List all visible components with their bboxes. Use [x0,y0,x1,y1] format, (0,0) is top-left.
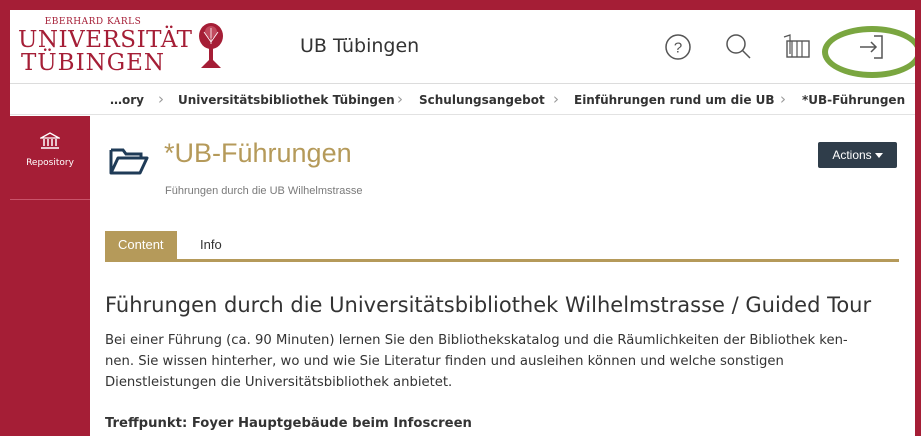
breadcrumb-item-einfuehrungen[interactable]: Einführungen rund um die UB [574,93,775,107]
chevron-right-icon: › [553,90,559,108]
breadcrumb-item-ub[interactable]: Universitätsbibliothek Tübingen [178,93,395,107]
caret-down-icon [874,153,883,159]
sidebar-item-label: Repository [26,158,74,168]
tab-content[interactable]: Content [105,231,177,259]
library-icon[interactable] [781,30,815,64]
help-icon[interactable]: ? [661,30,695,64]
sidebar-item-repository[interactable]: Repository [10,116,90,200]
chevron-right-icon: › [780,90,786,108]
svg-text:?: ? [674,40,682,57]
institution-icon [40,132,60,149]
app-title[interactable]: UB Tübingen [300,35,419,57]
logo-line-1: EBERHARD KARLS [44,17,142,27]
page-subtitle: Führungen durch die UB Wilhelmstrasse [165,185,363,197]
paragraph-line: nen. Sie wissen hinterher, wo und wie Si… [105,354,784,369]
breadcrumb-item-repository[interactable]: …ory [110,93,144,107]
breadcrumb-item-current[interactable]: *UB-Führungen [802,93,905,107]
tree-logo-icon [199,23,223,68]
search-icon[interactable] [721,30,755,64]
breadcrumb-item-schulungsangebot[interactable]: Schulungsangebot [419,93,545,107]
paragraph-line: Bei einer Führung (ca. 90 Minuten) lerne… [105,333,848,348]
actions-label: Actions [832,148,872,162]
header: EBERHARD KARLS UNIVERSITÄT TÜBINGEN UB T… [10,10,915,84]
chevron-right-icon: › [158,90,164,108]
folder-icon [109,148,149,175]
logo-line-2: UNIVERSITÄT [18,27,193,53]
meeting-point: Treffpunkt: Foyer Hauptgebäude beim Info… [105,416,472,431]
breadcrumb: …ory › Universitätsbibliothek Tübingen ›… [10,85,915,115]
body-paragraph: Bei einer Führung (ca. 90 Minuten) lerne… [105,330,915,393]
logo-line-3: TÜBINGEN [20,50,166,76]
main-content: *UB-Führungen Führungen durch die UB Wil… [90,116,915,436]
paragraph-line: Dienstleistungen die Universitätsbibliot… [105,375,453,390]
app-window: EBERHARD KARLS UNIVERSITÄT TÜBINGEN UB T… [10,10,915,436]
university-logo[interactable]: EBERHARD KARLS UNIVERSITÄT TÜBINGEN [18,17,198,79]
actions-dropdown-button[interactable]: Actions [818,142,897,168]
highlight-ring-annotation [822,26,915,78]
tab-bar: Content Info [105,231,899,262]
tab-info[interactable]: Info [187,231,235,259]
sidebar: Repository [10,116,90,436]
chevron-right-icon: › [397,90,403,108]
section-heading: Führungen durch die Universitätsbiblioth… [105,293,872,317]
page-title: *UB-Führungen [164,138,352,168]
